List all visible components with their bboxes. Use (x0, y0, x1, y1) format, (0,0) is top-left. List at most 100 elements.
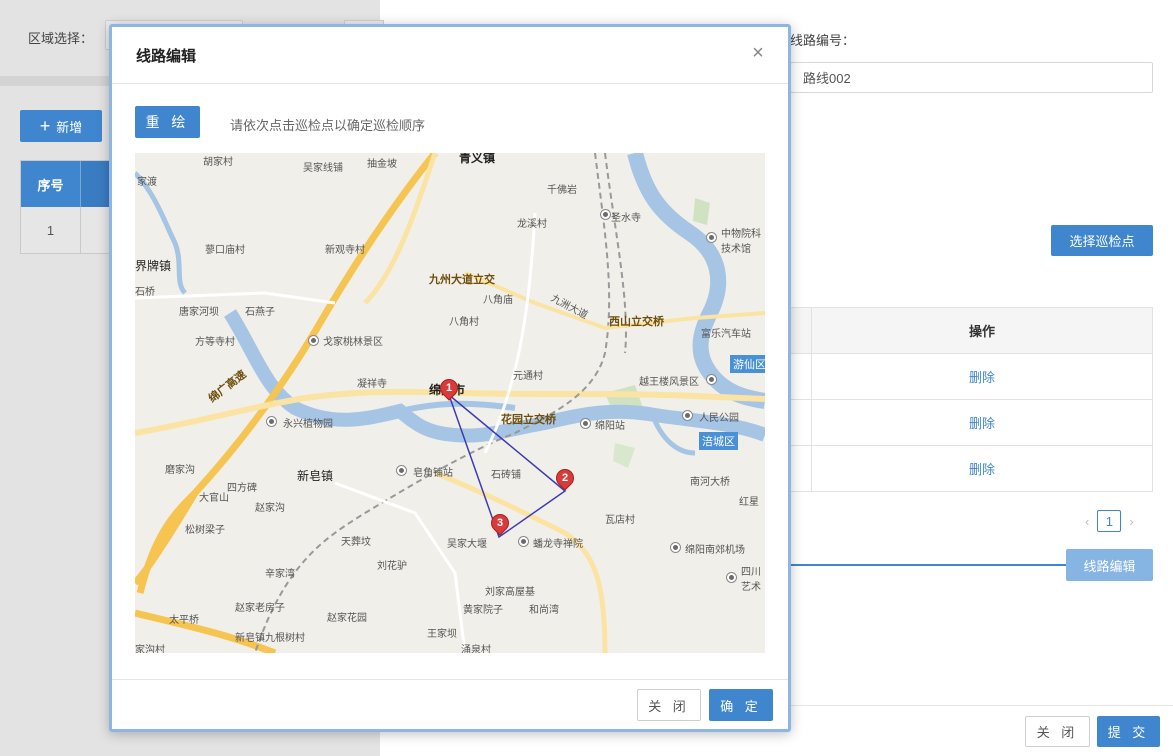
route-edit-modal: 线路编辑 × 重 绘 请依次点击巡检点以确定巡检顺序 胡家村 吴家线铺 抽金坡 … (109, 24, 791, 732)
map-label: 凝祥寺 (357, 379, 387, 390)
modal-title: 线路编辑 (136, 47, 197, 65)
map-label: 八角村 (449, 317, 479, 328)
poi-icon (581, 419, 590, 428)
map-label: 方等寺村 (195, 337, 235, 348)
map-label: 戈家桃林景区 (323, 337, 383, 348)
map-label: 界牌镇 (135, 259, 172, 273)
row-index: 1 (21, 207, 81, 253)
map-label: 抽金坡 (367, 159, 397, 170)
map-label: 蓼口庙村 (205, 245, 245, 256)
map-label: 石桥 (135, 287, 155, 298)
map-label: 新皂镇九根树村 (235, 633, 305, 644)
row-cell (790, 446, 812, 491)
map-label: 永兴植物园 (283, 419, 333, 430)
airport-icon (671, 543, 680, 552)
close-button[interactable]: 关 闭 (1025, 716, 1090, 747)
plus-icon: + (39, 116, 51, 136)
row-cell (790, 354, 812, 399)
select-points-button[interactable]: 选择巡检点 (1051, 225, 1153, 256)
close-icon[interactable]: × (748, 43, 768, 63)
delete-link[interactable]: 删除 (812, 354, 1153, 399)
map-label: 人民公园 (699, 413, 739, 424)
poi-icon (601, 210, 610, 219)
map-label: 家渡 (137, 177, 157, 188)
map-label: 新观寺村 (325, 245, 365, 256)
poi-icon (727, 573, 736, 582)
map-label: 四方碑 (227, 483, 257, 494)
poi-icon (707, 375, 716, 384)
delete-link[interactable]: 删除 (812, 446, 1153, 491)
modal-footer-divider (112, 679, 788, 680)
poi-icon (707, 233, 716, 242)
map-label: 太平桥 (169, 615, 199, 626)
region-filter-label: 区域选择： (28, 31, 94, 46)
map-label: 天葬坟 (341, 537, 371, 548)
map-label: 千佛岩 (547, 185, 577, 196)
chevron-right-icon[interactable]: › (1129, 514, 1133, 529)
submit-button[interactable]: 提 交 (1097, 716, 1160, 747)
map-label: 瓦店村 (605, 515, 635, 526)
modal-close-button[interactable]: 关 闭 (637, 689, 701, 721)
map-label: 越王楼风景区 (639, 377, 699, 388)
chevron-left-icon[interactable]: ‹ (1085, 514, 1089, 529)
map-label: 龙溪村 (517, 219, 547, 230)
map-label: 王家坝 (427, 629, 457, 640)
op-header: 操作 (812, 308, 1153, 353)
route-edit-button[interactable]: 线路编辑 (1066, 549, 1153, 581)
modal-confirm-button[interactable]: 确 定 (709, 689, 773, 721)
map-label: 八角庙 (483, 295, 513, 306)
table-header: 序号 (21, 161, 119, 207)
poi-icon (267, 417, 276, 426)
map-label: 绵阳南郊机场 (685, 545, 745, 556)
map-label: 赵家老房子 (235, 603, 285, 614)
points-table: 操作 删除 删除 删除 (790, 307, 1153, 492)
col-index-header: 序号 (21, 161, 81, 207)
map-label: 涌泉村 (461, 645, 491, 653)
add-button[interactable]: + 新增 (20, 110, 102, 142)
map-label: 胡家村 (203, 157, 233, 168)
map-label: 石砖铺 (491, 470, 521, 481)
map-label: 辛家湾 (265, 569, 295, 580)
map-label: 吴家线铺 (303, 163, 343, 174)
map-label: 南河大桥 (690, 477, 730, 488)
modal-header: 线路编辑 × (112, 27, 788, 84)
map-label: 松树梁子 (185, 525, 225, 536)
table-row: 删除 (790, 446, 1153, 492)
map-label: 花园立交桥 (501, 413, 556, 426)
map-label: 黄家院子 (463, 605, 503, 616)
route-table: 序号 1 (20, 160, 120, 254)
map-label: 圣水寺 (611, 213, 641, 224)
poi-icon (309, 336, 318, 345)
map-label: 富乐汽车站 (701, 329, 751, 340)
map-label: 四川艺术 (741, 567, 761, 593)
redraw-button[interactable]: 重 绘 (135, 106, 200, 138)
table-row[interactable]: 1 (21, 207, 119, 253)
route-no-input[interactable]: 路线002 (790, 62, 1153, 93)
header-cell (790, 308, 812, 353)
map-label: 赵家沟 (255, 503, 285, 514)
table-row: 删除 (790, 400, 1153, 446)
delete-link[interactable]: 删除 (812, 400, 1153, 445)
highlight-connector (776, 564, 1066, 566)
footer-divider (790, 705, 1173, 706)
map-label: 青义镇 (459, 153, 496, 165)
map-base (135, 153, 765, 653)
poi-icon (683, 411, 692, 420)
map-label: 九州大道立交 (429, 273, 495, 286)
map-label: 唐家河坝 (179, 307, 219, 318)
map-label: 西山立交桥 (609, 315, 664, 328)
route-no-label: 线路编号： (790, 33, 856, 48)
waypoint-number: 1 (445, 382, 453, 394)
page-number[interactable]: 1 (1097, 510, 1122, 532)
map-label: 刘花驴 (377, 561, 407, 572)
map-label: 石燕子 (245, 307, 275, 318)
map-label: 家沟村 (135, 645, 165, 653)
map-label: 赵家花园 (327, 613, 367, 624)
add-button-label: 新增 (56, 119, 83, 135)
map-label: 元通村 (513, 371, 543, 382)
map-label: 大官山 (199, 493, 229, 504)
row-cell (790, 400, 812, 445)
map-label: 中物院科技术馆 (721, 229, 761, 255)
pagination: ‹ 1 › (1085, 510, 1134, 532)
map-view[interactable]: 胡家村 吴家线铺 抽金坡 青义镇 家渡 千佛岩 圣水寺 龙溪村 中物院科技术馆 … (135, 153, 765, 653)
